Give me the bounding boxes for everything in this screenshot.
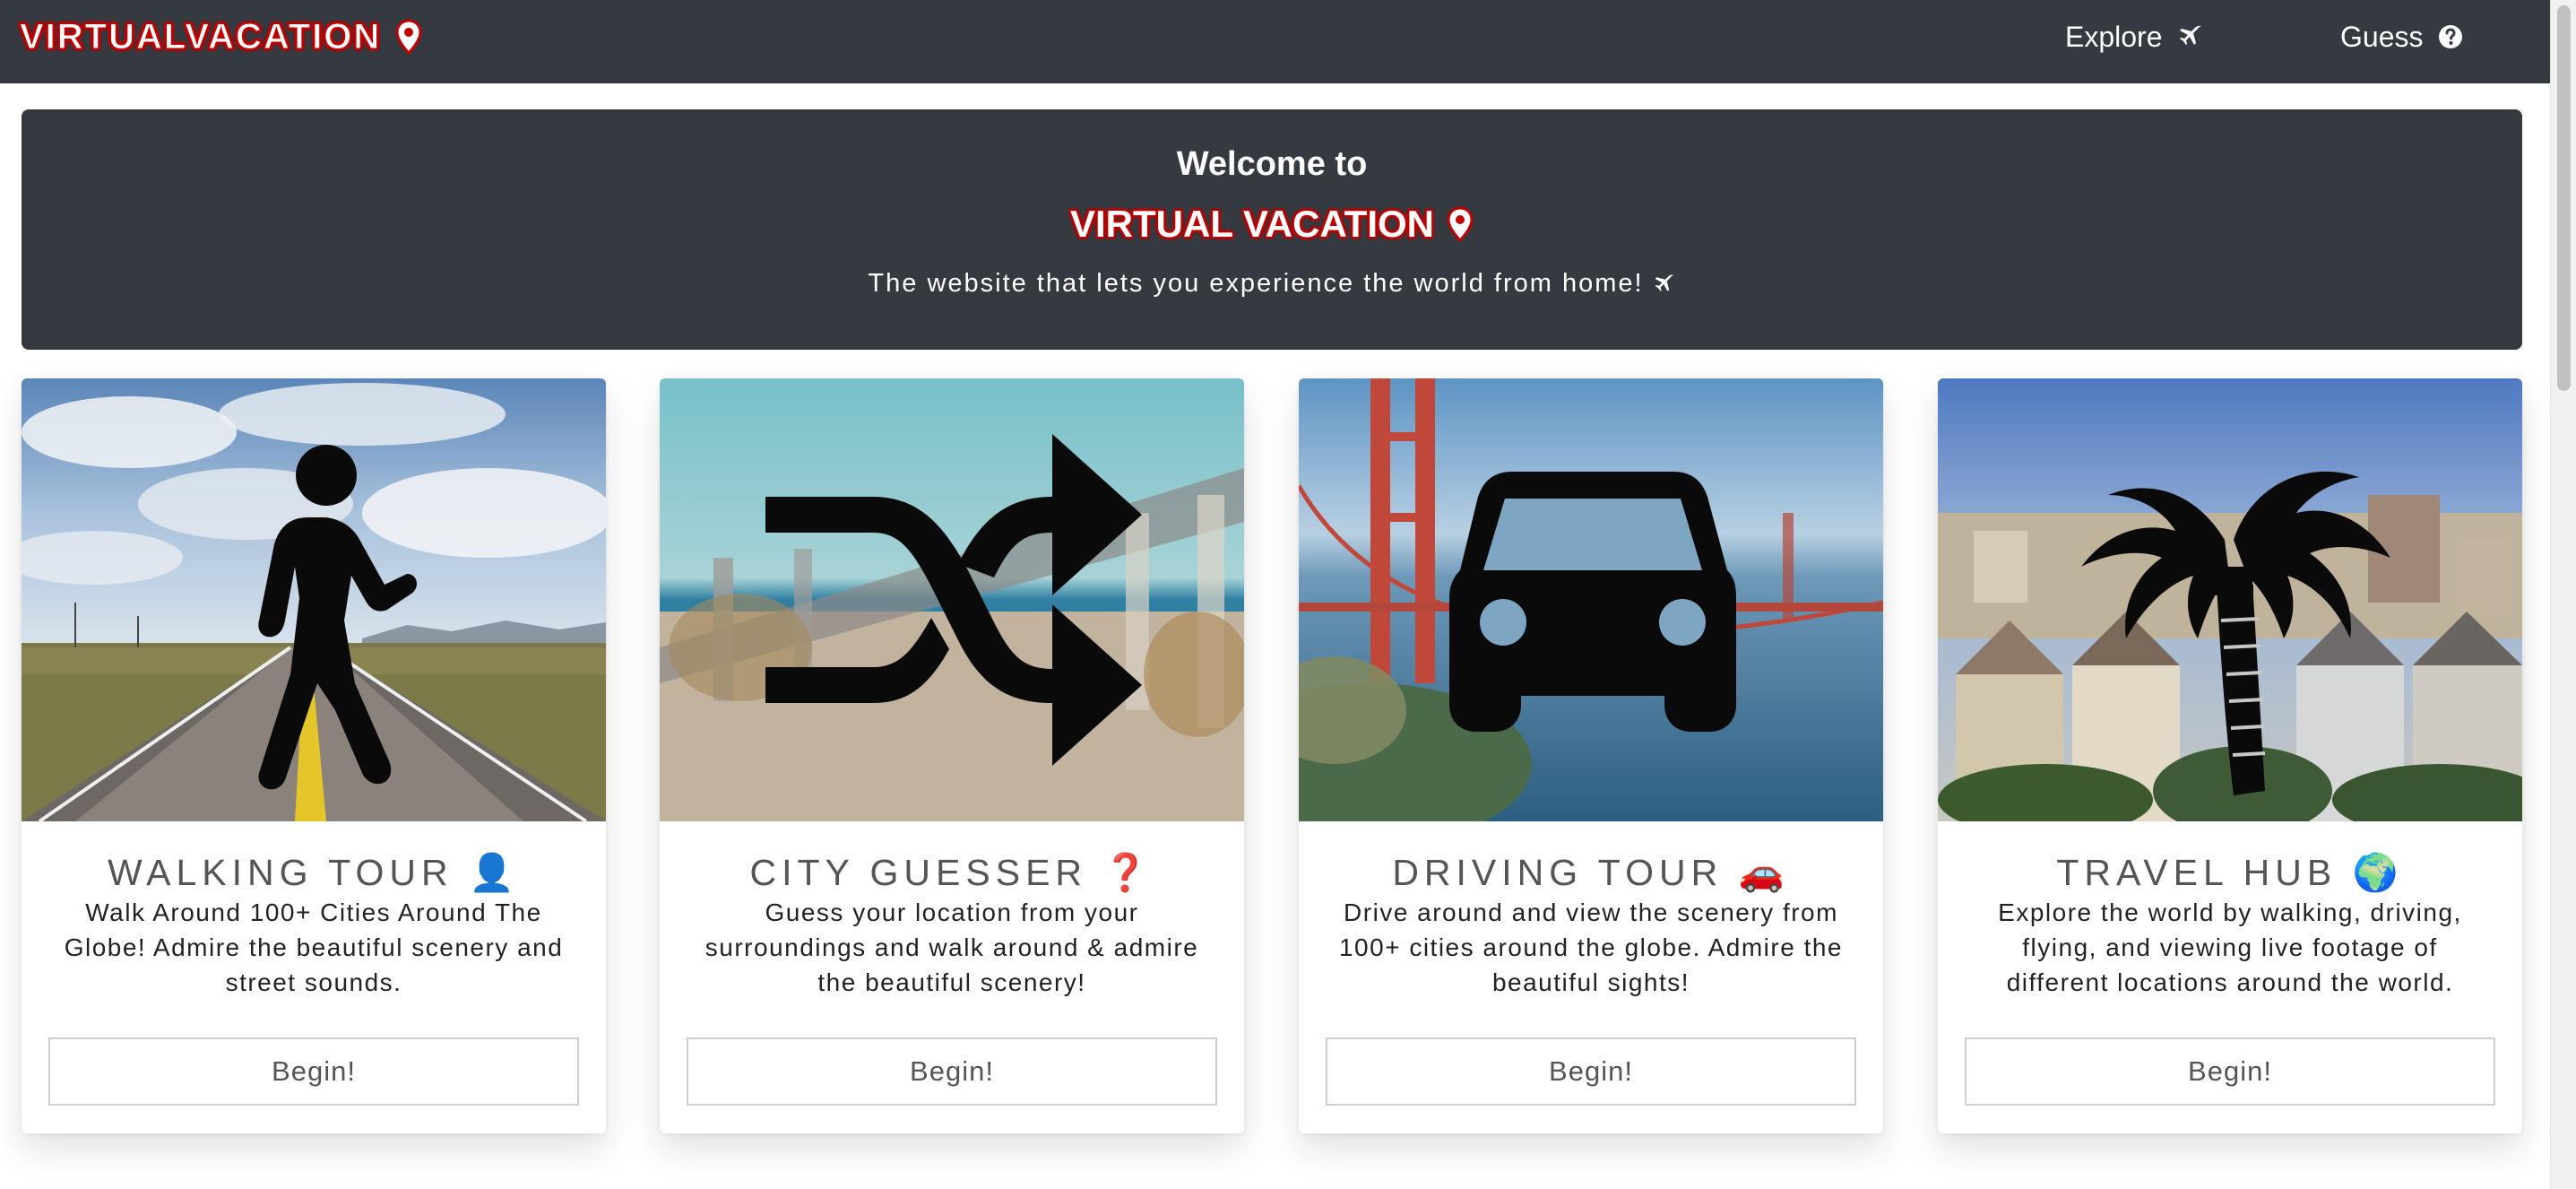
nav-explore-label: Explore: [2065, 20, 2163, 53]
map-pin-icon: [1447, 206, 1474, 242]
hero-brand-name: VIRTUAL VACATION: [1070, 203, 1434, 245]
hero-tagline: The website that lets you experience the…: [868, 269, 1644, 298]
city-guesser-title: CITY GUESSER ❓: [749, 852, 1154, 893]
map-pin-icon: [395, 19, 422, 55]
nav-explore-link[interactable]: Explore: [2065, 16, 2204, 57]
driving-tour-begin-button[interactable]: Begin!: [1326, 1037, 1856, 1106]
driving-tour-card: DRIVING TOUR 🚗 Drive around and view the…: [1299, 378, 1883, 1133]
car-icon: [1449, 472, 1736, 732]
city-guesser-image: [660, 378, 1244, 821]
driving-tour-image: [1299, 378, 1883, 821]
driving-tour-description: Drive around and view the scenery from 1…: [1338, 898, 1843, 996]
hero-tagline-row: The website that lets you experience the…: [22, 269, 2522, 299]
welcome-banner: Welcome to VIRTUAL VACATION The website …: [22, 109, 2522, 350]
walking-tour-begin-button[interactable]: Begin!: [48, 1037, 579, 1106]
travel-hub-image: [1938, 378, 2522, 821]
palm-tree-icon: [2081, 471, 2390, 795]
top-navbar: VIRTUALVACATION Explore Guess: [0, 0, 2550, 83]
nav-guess-label: Guess: [2340, 20, 2424, 53]
travel-hub-card: TRAVEL HUB 🌍 Explore the world by walkin…: [1938, 378, 2522, 1133]
city-guesser-begin-button[interactable]: Begin!: [687, 1037, 1217, 1106]
plane-icon: [1655, 274, 1673, 291]
question-circle-icon: [2439, 25, 2463, 48]
walking-person-icon: [258, 445, 418, 790]
welcome-heading: Welcome to: [1176, 145, 1368, 183]
hero-brand-row: VIRTUAL VACATION: [22, 203, 2522, 246]
plane-icon: [2179, 25, 2201, 45]
driving-tour-title: DRIVING TOUR 🚗: [1392, 852, 1790, 893]
brand-name: VIRTUALVACATION: [19, 16, 382, 56]
shuffle-icon: [765, 434, 1142, 766]
scrollbar-thumb[interactable]: [2557, 5, 2571, 391]
walking-tour-title: WALKING TOUR 👤: [107, 852, 521, 893]
walking-tour-card: WALKING TOUR 👤 Walk Around 100+ Cities A…: [22, 378, 606, 1133]
travel-hub-description: Explore the world by walking, driving, f…: [1998, 898, 2462, 996]
city-guesser-description: Guess your location from your surroundin…: [705, 898, 1199, 996]
walking-tour-image: [22, 378, 606, 821]
nav-guess-link[interactable]: Guess: [2340, 16, 2464, 57]
brand-logo-link[interactable]: VIRTUALVACATION: [19, 13, 422, 61]
travel-hub-title: TRAVEL HUB 🌍: [2056, 852, 2404, 893]
page-scrollbar[interactable]: [2550, 0, 2576, 1189]
city-guesser-card: CITY GUESSER ❓ Guess your location from …: [660, 378, 1244, 1133]
travel-hub-begin-button[interactable]: Begin!: [1965, 1037, 2495, 1106]
walking-tour-description: Walk Around 100+ Cities Around The Globe…: [64, 898, 564, 996]
